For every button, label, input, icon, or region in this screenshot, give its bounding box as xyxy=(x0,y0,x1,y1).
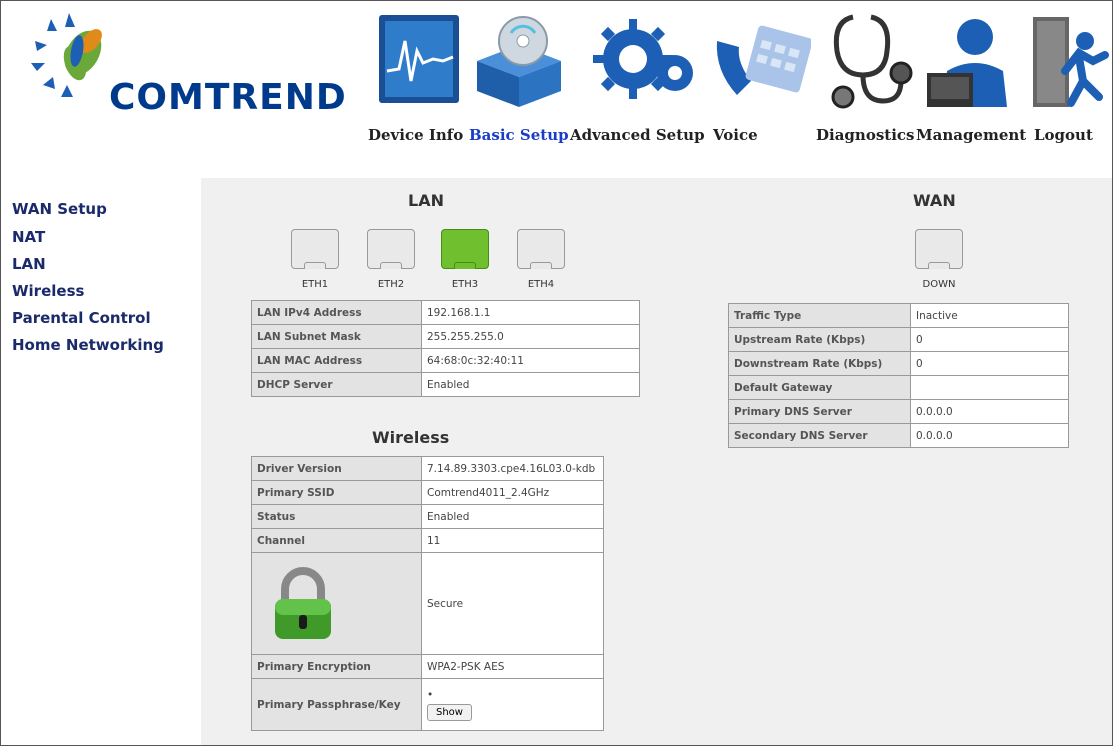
box-disc-icon[interactable] xyxy=(471,11,567,111)
eth2-port-icon xyxy=(367,229,415,269)
user-laptop-icon[interactable] xyxy=(923,11,1015,111)
brand-name: COMTREND xyxy=(109,77,347,118)
nav-device-info[interactable]: Device Info xyxy=(368,126,463,144)
channel-value: 11 xyxy=(421,528,604,553)
exit-door-icon[interactable] xyxy=(1027,11,1111,111)
upstream-rate-key: Upstream Rate (Kbps) xyxy=(728,327,911,352)
table-row: Channel 11 xyxy=(251,528,604,553)
traffic-type-value: Inactive xyxy=(910,303,1069,328)
gears-icon[interactable] xyxy=(589,11,699,111)
lan-ipv4-key: LAN IPv4 Address xyxy=(251,300,422,325)
primary-ssid-value: Comtrend4011_2.4GHz xyxy=(421,480,604,505)
eth1-port-icon xyxy=(291,229,339,269)
nav-basic-setup[interactable]: Basic Setup xyxy=(469,126,569,144)
sidebar-item-home-networking[interactable]: Home Networking xyxy=(12,336,164,354)
eth3-port-icon xyxy=(441,229,489,269)
nav-management[interactable]: Management xyxy=(916,126,1026,144)
primary-dns-key: Primary DNS Server xyxy=(728,399,911,424)
wireless-title: Wireless xyxy=(372,428,450,447)
eth3-label: ETH3 xyxy=(451,279,479,290)
table-row: Driver Version 7.14.89.3303.cpe4.16L03.0-… xyxy=(251,456,604,481)
sidebar-item-lan[interactable]: LAN xyxy=(12,255,46,273)
lan-title: LAN xyxy=(408,191,444,210)
header: COMTREND Device Info Basic Setup Advance… xyxy=(1,1,1112,178)
wireless-info-table: Driver Version 7.14.89.3303.cpe4.16L03.0-… xyxy=(251,456,604,731)
passphrase-cell: • Show xyxy=(421,678,604,731)
table-row: LAN IPv4 Address 192.168.1.1 xyxy=(251,300,640,325)
wan-port-icon xyxy=(915,229,963,269)
table-row: Traffic Type Inactive xyxy=(728,303,1069,328)
table-row: Secure xyxy=(251,552,604,655)
sidebar-item-parental-control[interactable]: Parental Control xyxy=(12,309,151,327)
nav-advanced-setup[interactable]: Advanced Setup xyxy=(570,126,705,144)
sidebar: WAN Setup NAT LAN Wireless Parental Cont… xyxy=(1,178,201,745)
table-row: Primary Passphrase/Key • Show xyxy=(251,678,604,731)
secondary-dns-value: 0.0.0.0 xyxy=(910,423,1069,448)
sidebar-item-wan-setup[interactable]: WAN Setup xyxy=(12,200,107,218)
phone-icon[interactable] xyxy=(711,11,811,111)
default-gateway-value xyxy=(910,375,1069,400)
primary-ssid-key: Primary SSID xyxy=(251,480,422,505)
primary-dns-value: 0.0.0.0 xyxy=(910,399,1069,424)
passphrase-masked: • xyxy=(427,688,434,701)
sidebar-item-wireless[interactable]: Wireless xyxy=(12,282,84,300)
chart-monitor-icon[interactable] xyxy=(377,11,461,111)
table-row: Secondary DNS Server 0.0.0.0 xyxy=(728,423,1069,448)
lan-mac-key: LAN MAC Address xyxy=(251,348,422,373)
status-value: Enabled xyxy=(421,504,604,529)
passphrase-key: Primary Passphrase/Key xyxy=(251,678,422,731)
table-row: Primary DNS Server 0.0.0.0 xyxy=(728,399,1069,424)
primary-encryption-key: Primary Encryption xyxy=(251,654,422,679)
table-row: LAN MAC Address 64:68:0c:32:40:11 xyxy=(251,348,640,373)
show-passphrase-button[interactable]: Show xyxy=(427,703,472,721)
eth4-label: ETH4 xyxy=(527,279,555,290)
table-row: LAN Subnet Mask 255.255.255.0 xyxy=(251,324,640,349)
downstream-rate-value: 0 xyxy=(910,351,1069,376)
driver-version-key: Driver Version xyxy=(251,456,422,481)
lan-subnet-key: LAN Subnet Mask xyxy=(251,324,422,349)
eth4-port-icon xyxy=(517,229,565,269)
main-content: LAN ETH1 ETH2 ETH3 ETH4 LAN IPv4 Address… xyxy=(201,178,1112,745)
traffic-type-key: Traffic Type xyxy=(728,303,911,328)
nav-voice[interactable]: Voice xyxy=(713,126,758,144)
table-row: Default Gateway xyxy=(728,375,1069,400)
security-icon-cell xyxy=(251,552,422,655)
default-gateway-key: Default Gateway xyxy=(728,375,911,400)
nav-logout[interactable]: Logout xyxy=(1034,126,1093,144)
wan-port-label: DOWN xyxy=(922,279,956,290)
stethoscope-icon[interactable] xyxy=(823,11,915,111)
table-row: Downstream Rate (Kbps) 0 xyxy=(728,351,1069,376)
security-value: Secure xyxy=(421,552,604,655)
table-row: DHCP Server Enabled xyxy=(251,372,640,397)
table-row: Status Enabled xyxy=(251,504,604,529)
downstream-rate-key: Downstream Rate (Kbps) xyxy=(728,351,911,376)
table-row: Primary Encryption WPA2-PSK AES xyxy=(251,654,604,679)
lan-mac-value: 64:68:0c:32:40:11 xyxy=(421,348,640,373)
driver-version-value: 7.14.89.3303.cpe4.16L03.0-kdb xyxy=(421,456,604,481)
sidebar-item-nat[interactable]: NAT xyxy=(12,228,45,246)
wan-info-table: Traffic Type Inactive Upstream Rate (Kbps… xyxy=(728,303,1069,448)
lan-dhcp-value: Enabled xyxy=(421,372,640,397)
primary-encryption-value: WPA2-PSK AES xyxy=(421,654,604,679)
lan-dhcp-key: DHCP Server xyxy=(251,372,422,397)
channel-key: Channel xyxy=(251,528,422,553)
upstream-rate-value: 0 xyxy=(910,327,1069,352)
lan-subnet-value: 255.255.255.0 xyxy=(421,324,640,349)
status-key: Status xyxy=(251,504,422,529)
lan-info-table: LAN IPv4 Address 192.168.1.1 LAN Subnet M… xyxy=(251,300,640,397)
eth2-label: ETH2 xyxy=(377,279,405,290)
table-row: Upstream Rate (Kbps) 0 xyxy=(728,327,1069,352)
wan-title: WAN xyxy=(913,191,956,210)
eth1-label: ETH1 xyxy=(301,279,329,290)
nav-diagnostics[interactable]: Diagnostics xyxy=(816,126,914,144)
lan-ipv4-value: 192.168.1.1 xyxy=(421,300,640,325)
secondary-dns-key: Secondary DNS Server xyxy=(728,423,911,448)
padlock-icon xyxy=(275,566,331,639)
table-row: Primary SSID Comtrend4011_2.4GHz xyxy=(251,480,604,505)
